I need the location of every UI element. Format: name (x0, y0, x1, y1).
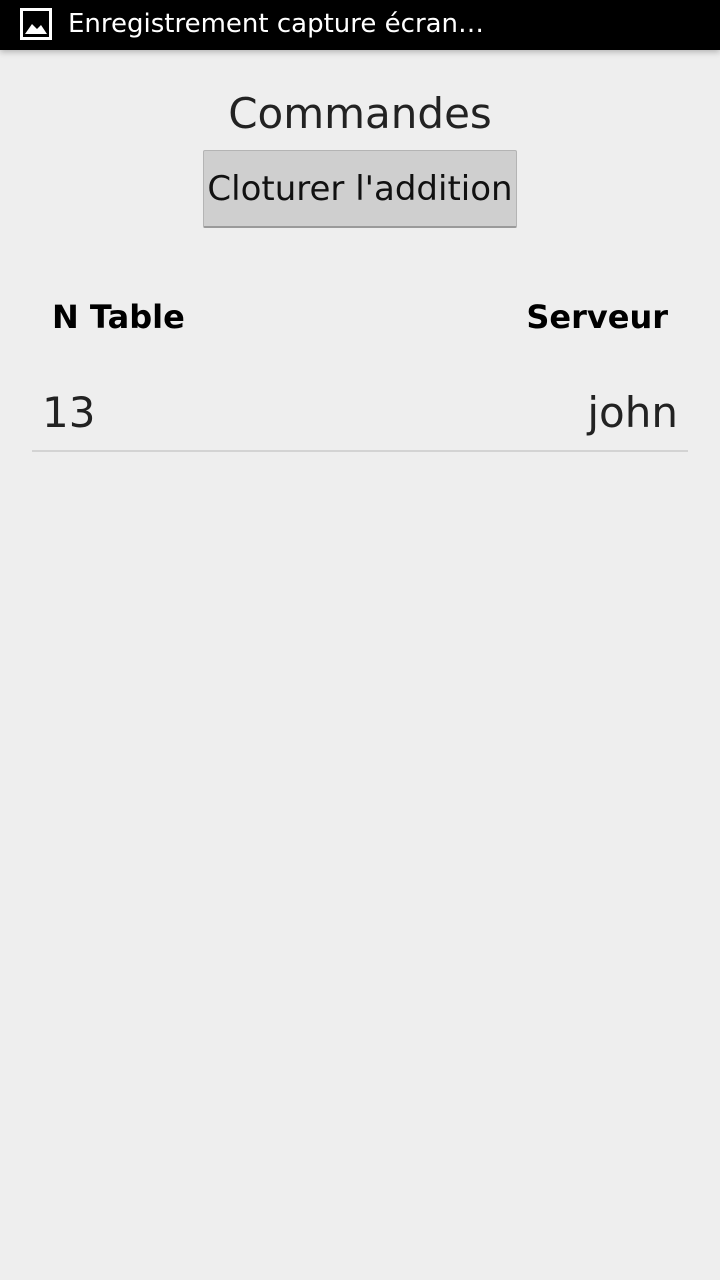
table-number-cell: 13 (42, 388, 96, 437)
column-header-server: Serveur (526, 298, 668, 336)
server-cell: john (587, 388, 678, 437)
table-row[interactable]: 13 john (32, 370, 688, 452)
notification-text: Enregistrement capture écran… (68, 9, 485, 39)
close-bill-button[interactable]: Cloturer l'addition (203, 150, 517, 228)
page-title: Commandes (228, 89, 492, 138)
column-header-table-number: N Table (52, 298, 185, 336)
status-bar: Enregistrement capture écran… (0, 0, 720, 50)
image-icon (20, 8, 52, 40)
